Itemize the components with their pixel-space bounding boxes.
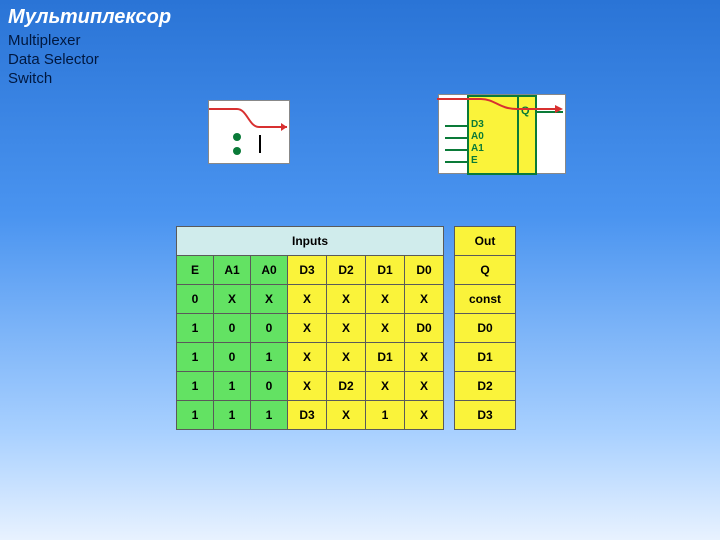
cell: D2 — [455, 372, 516, 401]
cell: X — [214, 285, 251, 314]
subtitle-line: Data Selector — [8, 51, 99, 68]
mux-pin-line — [445, 149, 467, 151]
cell: X — [327, 314, 366, 343]
cell: X — [251, 285, 288, 314]
cell: X — [288, 343, 327, 372]
truth-table: Inputs Out E A1 A0 D3 D2 D1 D0 Q 0 X X X… — [176, 226, 516, 430]
cell: D1 — [455, 343, 516, 372]
cell: 1 — [177, 372, 214, 401]
mux-pin-line — [445, 125, 467, 127]
cell: X — [405, 401, 444, 430]
cell: 1 — [214, 401, 251, 430]
cell: X — [405, 372, 444, 401]
table-column-row: E A1 A0 D3 D2 D1 D0 Q — [177, 256, 516, 285]
cell: 0 — [214, 314, 251, 343]
page-subtitle: Multiplexer Data Selector Switch — [8, 32, 99, 88]
cell: 0 — [214, 343, 251, 372]
subtitle-line: Switch — [8, 70, 52, 87]
cell: X — [288, 314, 327, 343]
col-label: D0 — [405, 256, 444, 285]
col-label: Q — [455, 256, 516, 285]
cell: X — [327, 285, 366, 314]
mux-pin-line — [445, 161, 467, 163]
subtitle-line: Multiplexer — [8, 32, 81, 49]
mux-block-diagram: Q D3 A0 A1 E — [438, 94, 566, 174]
col-label: E — [177, 256, 214, 285]
cell: X — [288, 372, 327, 401]
table-row: 1 0 0 X X X D0 D0 — [177, 314, 516, 343]
switch-node-icon — [233, 147, 241, 155]
mux-pin-line — [535, 111, 563, 113]
cell: X — [327, 401, 366, 430]
cell: X — [366, 314, 405, 343]
col-label: A0 — [251, 256, 288, 285]
cell: 1 — [214, 372, 251, 401]
cell: 0 — [177, 285, 214, 314]
table-row: 1 1 1 D3 X 1 X D3 — [177, 401, 516, 430]
table-row: 1 1 0 X D2 X X D2 — [177, 372, 516, 401]
cell: 0 — [251, 314, 288, 343]
cell: X — [366, 285, 405, 314]
cell: const — [455, 285, 516, 314]
cell: D1 — [366, 343, 405, 372]
switch-bar-icon — [259, 135, 261, 153]
switch-diagram — [208, 100, 290, 164]
mux-pin-label: D3 — [471, 119, 484, 130]
cell: D0 — [455, 314, 516, 343]
mux-pin-label: A1 — [471, 143, 484, 154]
col-label: A1 — [214, 256, 251, 285]
table-header-inputs: Inputs — [177, 227, 444, 256]
cell: X — [405, 343, 444, 372]
cell: 1 — [177, 401, 214, 430]
cell: D2 — [327, 372, 366, 401]
table-row: 0 X X X X X X const — [177, 285, 516, 314]
cell: D3 — [455, 401, 516, 430]
table-row: 1 0 1 X X D1 X D1 — [177, 343, 516, 372]
cell: X — [288, 285, 327, 314]
cell: 1 — [177, 314, 214, 343]
col-label: D1 — [366, 256, 405, 285]
cell: D0 — [405, 314, 444, 343]
cell: 1 — [177, 343, 214, 372]
cell: 1 — [366, 401, 405, 430]
switch-node-icon — [233, 133, 241, 141]
mux-pin-line — [445, 137, 467, 139]
cell: X — [366, 372, 405, 401]
page-title: Мультиплексор — [8, 6, 171, 29]
mux-pin-label: E — [471, 155, 478, 166]
mux-pin-label: A0 — [471, 131, 484, 142]
mux-out-label: Q — [521, 105, 530, 117]
cell: X — [405, 285, 444, 314]
cell: 1 — [251, 343, 288, 372]
table-header-out: Out — [455, 227, 516, 256]
cell: 1 — [251, 401, 288, 430]
col-label: D2 — [327, 256, 366, 285]
cell: X — [327, 343, 366, 372]
cell: D3 — [288, 401, 327, 430]
cell: 0 — [251, 372, 288, 401]
col-label: D3 — [288, 256, 327, 285]
